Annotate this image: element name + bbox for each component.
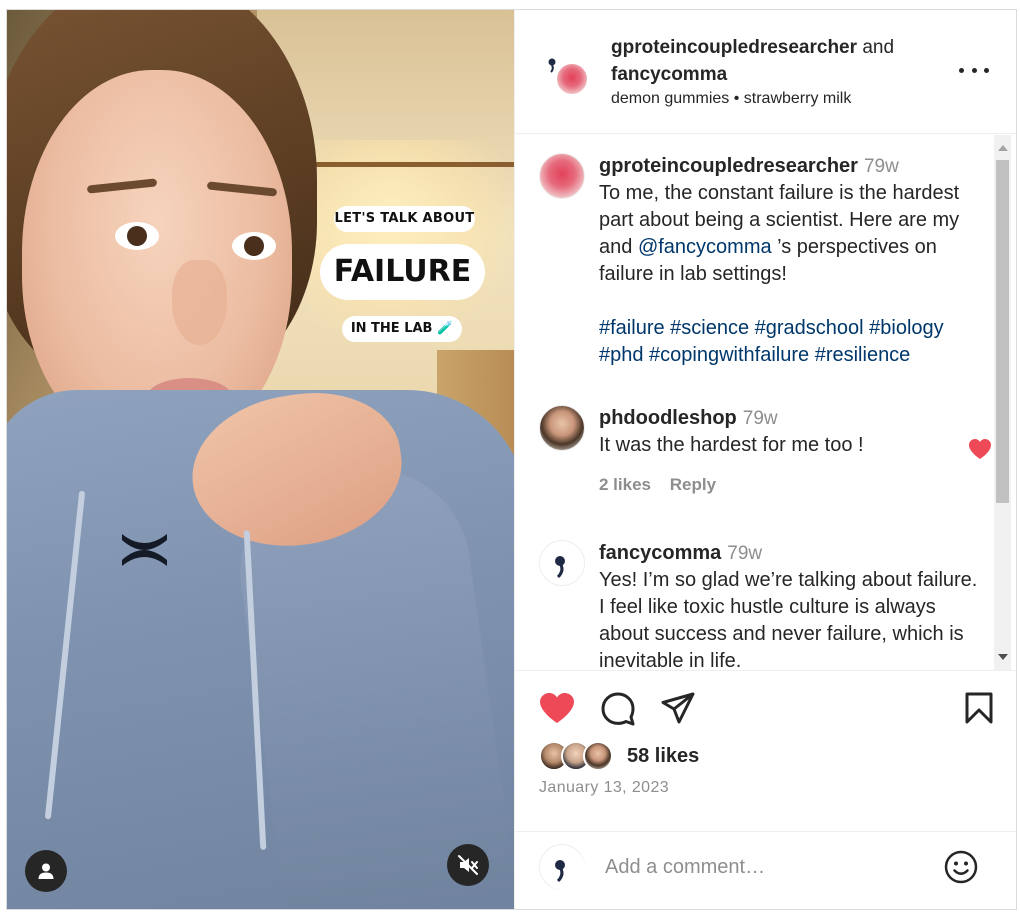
post-modal: LET'S TALK ABOUT FAILURE IN THE LAB 🧪 gp…: [6, 9, 1017, 910]
more-horizontal-icon: [959, 67, 964, 73]
comment-username[interactable]: fancycomma: [599, 542, 721, 564]
paper-plane-icon[interactable]: [660, 691, 696, 725]
avatar[interactable]: [539, 153, 585, 199]
post-header: gproteincoupledresearcher and fancycomma…: [515, 10, 1016, 134]
post-side-panel: gproteincoupledresearcher and fancycomma…: [514, 10, 1016, 909]
more-options-button[interactable]: [959, 58, 989, 82]
scroll-up-arrow-icon[interactable]: [998, 145, 1008, 151]
caption-hashtags[interactable]: #failure #science #gradschool #biology #…: [599, 317, 944, 366]
comment-username[interactable]: phdoodleshop: [599, 407, 737, 429]
avatar: [583, 741, 613, 771]
overlay-text-bottom: IN THE LAB 🧪: [342, 316, 462, 342]
brand-logo-icon: [122, 534, 167, 566]
author-username-secondary[interactable]: fancycomma: [611, 64, 727, 85]
author-joiner: and: [862, 37, 895, 58]
comment-likes[interactable]: 2 likes: [599, 475, 651, 494]
scroll-down-arrow-icon[interactable]: [998, 654, 1008, 660]
post-actions: 58 likes January 13, 2023: [515, 670, 1016, 909]
likes-count[interactable]: 58 likes: [627, 745, 699, 768]
post-video[interactable]: LET'S TALK ABOUT FAILURE IN THE LAB 🧪: [7, 10, 514, 909]
caption-mention-link[interactable]: @fancycomma: [638, 236, 772, 258]
add-comment-input[interactable]: [605, 852, 925, 882]
comment-reply-button[interactable]: Reply: [670, 475, 716, 494]
mute-button[interactable]: [447, 844, 489, 886]
scrollbar-thumb[interactable]: [996, 160, 1009, 503]
author-username-primary[interactable]: gproteincoupledresearcher: [611, 37, 857, 58]
comment-text: Yes! I’m so glad we’re talking about fai…: [599, 569, 978, 670]
user-icon: [38, 863, 54, 879]
bookmark-icon[interactable]: [964, 691, 994, 725]
add-comment-row: [515, 831, 1016, 909]
smiley-icon[interactable]: [943, 849, 979, 885]
avatar[interactable]: [539, 540, 585, 586]
avatar: [539, 844, 585, 890]
collab-avatars[interactable]: [539, 46, 595, 102]
speaker-muted-icon: [458, 855, 478, 875]
post-date[interactable]: January 13, 2023: [539, 779, 669, 797]
avatar[interactable]: [555, 62, 589, 96]
comment-time[interactable]: 79w: [743, 408, 778, 429]
heart-filled-icon[interactable]: [967, 437, 993, 461]
caption-time[interactable]: 79w: [864, 156, 899, 177]
comments-list[interactable]: gproteincoupledresearcher 79w To me, the …: [515, 135, 1016, 670]
overlay-text-main: FAILURE: [320, 244, 485, 300]
comment-bubble-icon[interactable]: [600, 691, 636, 727]
tagged-users-button[interactable]: [25, 850, 67, 892]
caption-username[interactable]: gproteincoupledresearcher: [599, 155, 858, 177]
post-authors: gproteincoupledresearcher and fancycomma: [611, 34, 941, 88]
heart-filled-icon[interactable]: [538, 691, 576, 725]
comments-scrollbar[interactable]: [994, 135, 1011, 670]
avatar[interactable]: [539, 405, 585, 451]
overlay-text-top: LET'S TALK ABOUT: [334, 206, 475, 232]
comment-time[interactable]: 79w: [727, 543, 762, 564]
audio-track-link[interactable]: demon gummies • strawberry milk: [611, 90, 851, 108]
comment-text: It was the hardest for me too !: [599, 434, 864, 456]
